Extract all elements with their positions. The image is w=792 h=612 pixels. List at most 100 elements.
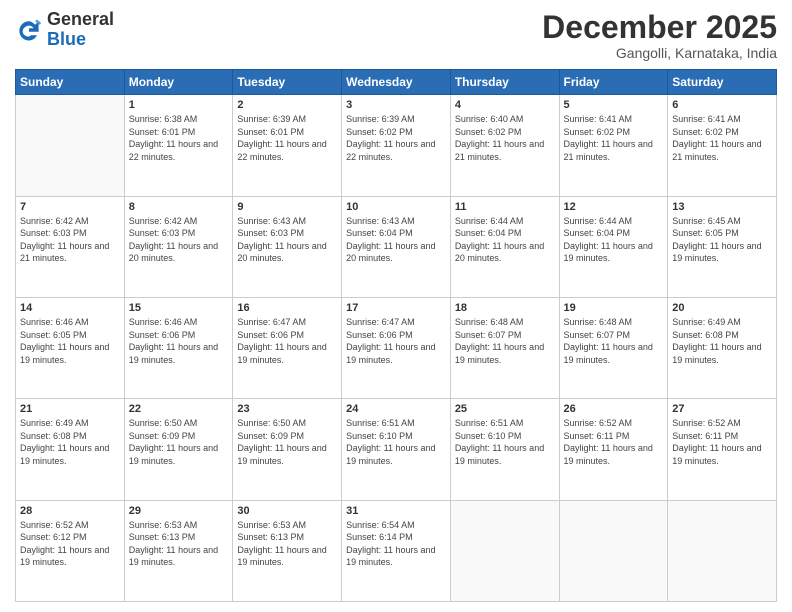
- calendar-day-cell: 2 Sunrise: 6:39 AM Sunset: 6:01 PM Dayli…: [233, 95, 342, 196]
- day-details: Sunrise: 6:54 AM Sunset: 6:14 PM Dayligh…: [346, 519, 446, 569]
- page: General Blue December 2025 Gangolli, Kar…: [0, 0, 792, 612]
- day-number: 18: [455, 302, 555, 314]
- calendar-day-cell: 11 Sunrise: 6:44 AM Sunset: 6:04 PM Dayl…: [450, 196, 559, 297]
- calendar-day-cell: [668, 500, 777, 601]
- day-number: 27: [672, 403, 772, 415]
- calendar-day-cell: 12 Sunrise: 6:44 AM Sunset: 6:04 PM Dayl…: [559, 196, 668, 297]
- calendar-day-cell: 4 Sunrise: 6:40 AM Sunset: 6:02 PM Dayli…: [450, 95, 559, 196]
- day-number: 10: [346, 201, 446, 213]
- calendar-day-cell: 5 Sunrise: 6:41 AM Sunset: 6:02 PM Dayli…: [559, 95, 668, 196]
- header: General Blue December 2025 Gangolli, Kar…: [15, 10, 777, 61]
- calendar-day-cell: 20 Sunrise: 6:49 AM Sunset: 6:08 PM Dayl…: [668, 297, 777, 398]
- calendar-day-cell: 27 Sunrise: 6:52 AM Sunset: 6:11 PM Dayl…: [668, 399, 777, 500]
- day-number: 29: [129, 505, 229, 517]
- calendar-day-cell: 6 Sunrise: 6:41 AM Sunset: 6:02 PM Dayli…: [668, 95, 777, 196]
- day-number: 1: [129, 99, 229, 111]
- day-details: Sunrise: 6:52 AM Sunset: 6:12 PM Dayligh…: [20, 519, 120, 569]
- calendar-day-cell: 18 Sunrise: 6:48 AM Sunset: 6:07 PM Dayl…: [450, 297, 559, 398]
- day-number: 8: [129, 201, 229, 213]
- day-number: 25: [455, 403, 555, 415]
- day-details: Sunrise: 6:41 AM Sunset: 6:02 PM Dayligh…: [672, 113, 772, 163]
- logo-general: General: [47, 10, 114, 30]
- day-details: Sunrise: 6:44 AM Sunset: 6:04 PM Dayligh…: [455, 215, 555, 265]
- calendar-week-row: 7 Sunrise: 6:42 AM Sunset: 6:03 PM Dayli…: [16, 196, 777, 297]
- day-details: Sunrise: 6:49 AM Sunset: 6:08 PM Dayligh…: [672, 316, 772, 366]
- calendar-week-row: 21 Sunrise: 6:49 AM Sunset: 6:08 PM Dayl…: [16, 399, 777, 500]
- calendar-day-cell: 31 Sunrise: 6:54 AM Sunset: 6:14 PM Dayl…: [342, 500, 451, 601]
- day-details: Sunrise: 6:51 AM Sunset: 6:10 PM Dayligh…: [455, 417, 555, 467]
- day-details: Sunrise: 6:50 AM Sunset: 6:09 PM Dayligh…: [237, 417, 337, 467]
- day-details: Sunrise: 6:53 AM Sunset: 6:13 PM Dayligh…: [237, 519, 337, 569]
- calendar-table: SundayMondayTuesdayWednesdayThursdayFrid…: [15, 69, 777, 602]
- calendar-day-cell: 17 Sunrise: 6:47 AM Sunset: 6:06 PM Dayl…: [342, 297, 451, 398]
- day-details: Sunrise: 6:42 AM Sunset: 6:03 PM Dayligh…: [20, 215, 120, 265]
- calendar-day-cell: 16 Sunrise: 6:47 AM Sunset: 6:06 PM Dayl…: [233, 297, 342, 398]
- day-number: 2: [237, 99, 337, 111]
- day-number: 7: [20, 201, 120, 213]
- day-number: 21: [20, 403, 120, 415]
- calendar-day-cell: 30 Sunrise: 6:53 AM Sunset: 6:13 PM Dayl…: [233, 500, 342, 601]
- day-details: Sunrise: 6:47 AM Sunset: 6:06 PM Dayligh…: [346, 316, 446, 366]
- calendar-day-cell: [16, 95, 125, 196]
- calendar-day-cell: 1 Sunrise: 6:38 AM Sunset: 6:01 PM Dayli…: [124, 95, 233, 196]
- weekday-header-tuesday: Tuesday: [233, 70, 342, 95]
- day-details: Sunrise: 6:52 AM Sunset: 6:11 PM Dayligh…: [564, 417, 664, 467]
- calendar-week-row: 14 Sunrise: 6:46 AM Sunset: 6:05 PM Dayl…: [16, 297, 777, 398]
- day-number: 28: [20, 505, 120, 517]
- day-number: 22: [129, 403, 229, 415]
- calendar-day-cell: 24 Sunrise: 6:51 AM Sunset: 6:10 PM Dayl…: [342, 399, 451, 500]
- day-number: 23: [237, 403, 337, 415]
- day-number: 30: [237, 505, 337, 517]
- calendar-day-cell: 10 Sunrise: 6:43 AM Sunset: 6:04 PM Dayl…: [342, 196, 451, 297]
- day-number: 13: [672, 201, 772, 213]
- calendar-day-cell: 25 Sunrise: 6:51 AM Sunset: 6:10 PM Dayl…: [450, 399, 559, 500]
- day-details: Sunrise: 6:51 AM Sunset: 6:10 PM Dayligh…: [346, 417, 446, 467]
- calendar-day-cell: [559, 500, 668, 601]
- calendar-day-cell: 13 Sunrise: 6:45 AM Sunset: 6:05 PM Dayl…: [668, 196, 777, 297]
- calendar-day-cell: 28 Sunrise: 6:52 AM Sunset: 6:12 PM Dayl…: [16, 500, 125, 601]
- logo-blue: Blue: [47, 30, 114, 50]
- calendar-week-row: 1 Sunrise: 6:38 AM Sunset: 6:01 PM Dayli…: [16, 95, 777, 196]
- calendar-day-cell: 8 Sunrise: 6:42 AM Sunset: 6:03 PM Dayli…: [124, 196, 233, 297]
- day-details: Sunrise: 6:50 AM Sunset: 6:09 PM Dayligh…: [129, 417, 229, 467]
- calendar-day-cell: 26 Sunrise: 6:52 AM Sunset: 6:11 PM Dayl…: [559, 399, 668, 500]
- day-details: Sunrise: 6:43 AM Sunset: 6:03 PM Dayligh…: [237, 215, 337, 265]
- day-number: 17: [346, 302, 446, 314]
- day-details: Sunrise: 6:40 AM Sunset: 6:02 PM Dayligh…: [455, 113, 555, 163]
- day-number: 26: [564, 403, 664, 415]
- calendar-day-cell: 9 Sunrise: 6:43 AM Sunset: 6:03 PM Dayli…: [233, 196, 342, 297]
- day-details: Sunrise: 6:44 AM Sunset: 6:04 PM Dayligh…: [564, 215, 664, 265]
- day-details: Sunrise: 6:52 AM Sunset: 6:11 PM Dayligh…: [672, 417, 772, 467]
- day-number: 11: [455, 201, 555, 213]
- logo: General Blue: [15, 10, 114, 50]
- logo-icon: [15, 16, 43, 44]
- day-details: Sunrise: 6:46 AM Sunset: 6:06 PM Dayligh…: [129, 316, 229, 366]
- calendar-day-cell: 21 Sunrise: 6:49 AM Sunset: 6:08 PM Dayl…: [16, 399, 125, 500]
- weekday-header-thursday: Thursday: [450, 70, 559, 95]
- weekday-header-sunday: Sunday: [16, 70, 125, 95]
- weekday-header-friday: Friday: [559, 70, 668, 95]
- day-details: Sunrise: 6:48 AM Sunset: 6:07 PM Dayligh…: [564, 316, 664, 366]
- calendar-day-cell: 29 Sunrise: 6:53 AM Sunset: 6:13 PM Dayl…: [124, 500, 233, 601]
- day-details: Sunrise: 6:45 AM Sunset: 6:05 PM Dayligh…: [672, 215, 772, 265]
- day-number: 6: [672, 99, 772, 111]
- day-number: 24: [346, 403, 446, 415]
- day-details: Sunrise: 6:38 AM Sunset: 6:01 PM Dayligh…: [129, 113, 229, 163]
- calendar-day-cell: 19 Sunrise: 6:48 AM Sunset: 6:07 PM Dayl…: [559, 297, 668, 398]
- logo-text: General Blue: [47, 10, 114, 50]
- day-details: Sunrise: 6:46 AM Sunset: 6:05 PM Dayligh…: [20, 316, 120, 366]
- day-number: 12: [564, 201, 664, 213]
- day-details: Sunrise: 6:48 AM Sunset: 6:07 PM Dayligh…: [455, 316, 555, 366]
- calendar-day-cell: 7 Sunrise: 6:42 AM Sunset: 6:03 PM Dayli…: [16, 196, 125, 297]
- day-details: Sunrise: 6:43 AM Sunset: 6:04 PM Dayligh…: [346, 215, 446, 265]
- title-area: December 2025 Gangolli, Karnataka, India: [542, 10, 777, 61]
- calendar-day-cell: 22 Sunrise: 6:50 AM Sunset: 6:09 PM Dayl…: [124, 399, 233, 500]
- calendar-day-cell: 3 Sunrise: 6:39 AM Sunset: 6:02 PM Dayli…: [342, 95, 451, 196]
- day-number: 20: [672, 302, 772, 314]
- day-number: 5: [564, 99, 664, 111]
- day-details: Sunrise: 6:47 AM Sunset: 6:06 PM Dayligh…: [237, 316, 337, 366]
- calendar-week-row: 28 Sunrise: 6:52 AM Sunset: 6:12 PM Dayl…: [16, 500, 777, 601]
- day-details: Sunrise: 6:53 AM Sunset: 6:13 PM Dayligh…: [129, 519, 229, 569]
- day-details: Sunrise: 6:49 AM Sunset: 6:08 PM Dayligh…: [20, 417, 120, 467]
- day-details: Sunrise: 6:42 AM Sunset: 6:03 PM Dayligh…: [129, 215, 229, 265]
